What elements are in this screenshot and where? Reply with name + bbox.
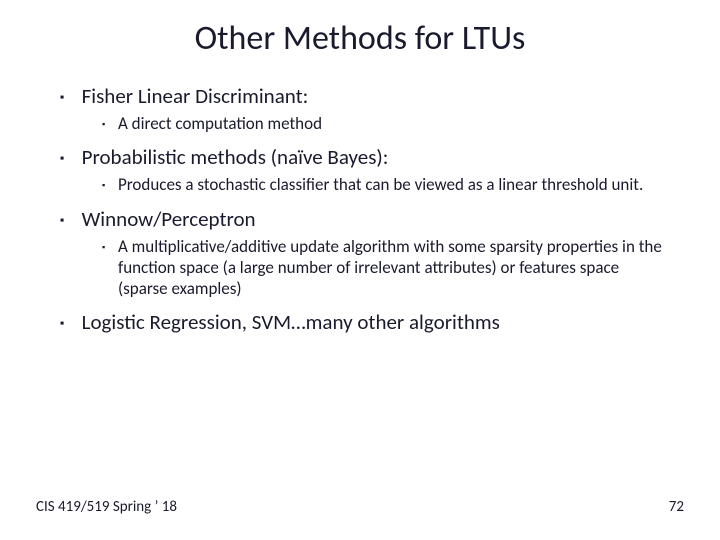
list-item-label: Winnow/Perceptron <box>82 206 256 232</box>
list-item-label: Probabilistic methods (naïve Bayes): <box>82 144 389 170</box>
sublist-item-label: Produces a stochastic classifier that ca… <box>118 174 643 195</box>
sublist-item-label: A multiplicative/additive update algorit… <box>118 236 672 300</box>
sublist: A direct computation method <box>60 113 672 134</box>
list-item-label: Logistic Regression, SVM…many other algo… <box>82 309 500 335</box>
slide: Other Methods for LTUs Fisher Linear Dis… <box>0 0 720 540</box>
slide-title: Other Methods for LTUs <box>48 18 672 59</box>
sublist: Produces a stochastic classifier that ca… <box>60 174 672 195</box>
sublist-item: Produces a stochastic classifier that ca… <box>102 174 672 195</box>
sublist-item: A direct computation method <box>102 113 672 134</box>
sublist-item-label: A direct computation method <box>118 113 322 134</box>
list-item: Fisher Linear Discriminant: A direct com… <box>60 83 672 134</box>
bullet-list: Fisher Linear Discriminant: A direct com… <box>48 83 672 335</box>
footer: CIS 419/519 Spring ’ 18 72 <box>36 498 684 516</box>
list-item: Winnow/Perceptron A multiplicative/addit… <box>60 206 672 300</box>
list-item: Probabilistic methods (naïve Bayes): Pro… <box>60 144 672 195</box>
footer-left: CIS 419/519 Spring ’ 18 <box>36 498 177 516</box>
list-item-label: Fisher Linear Discriminant: <box>82 83 309 109</box>
sublist: A multiplicative/additive update algorit… <box>60 236 672 300</box>
list-item: Logistic Regression, SVM…many other algo… <box>60 309 672 335</box>
footer-page-number: 72 <box>669 498 684 516</box>
sublist-item: A multiplicative/additive update algorit… <box>102 236 672 300</box>
